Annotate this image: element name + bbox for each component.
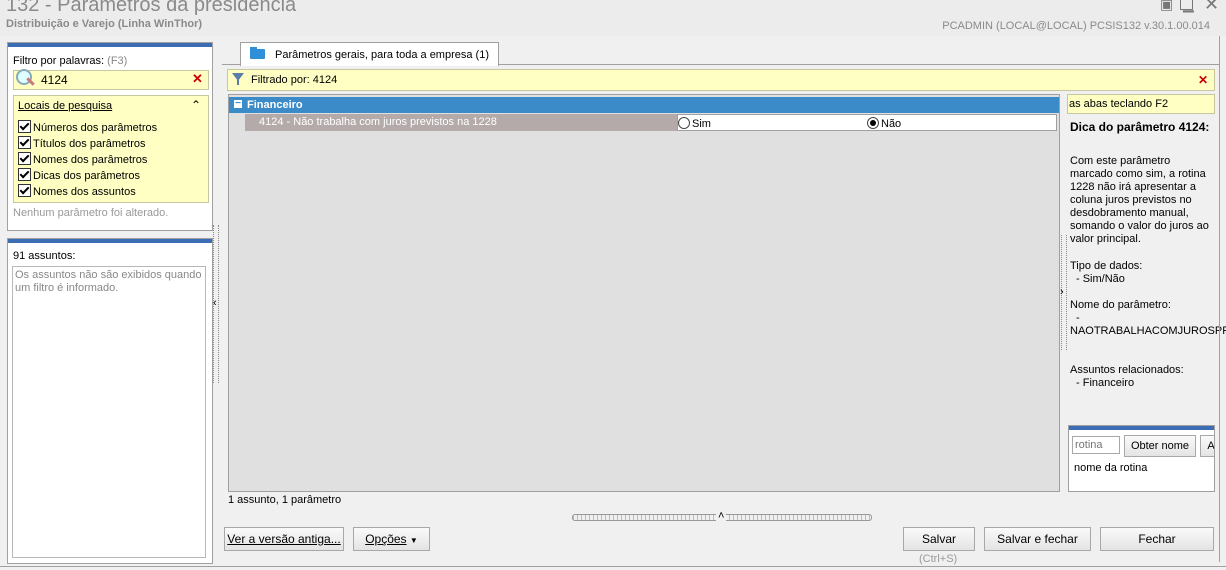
parameters-grid: − Financeiro 4124 - Não trabalha com jur… xyxy=(228,94,1060,492)
location-label: Números dos parâmetros xyxy=(33,122,158,134)
tip-related-label: Assuntos relacionados: xyxy=(1070,364,1184,376)
parameter-label: 4124 - Não trabalha com juros previstos … xyxy=(259,116,497,128)
folder-icon xyxy=(250,49,265,59)
save-close-button[interactable]: Salvar e fechar xyxy=(984,527,1091,551)
search-icon-handle xyxy=(26,77,35,86)
filter-input-box[interactable]: 4124 ✕ xyxy=(13,69,209,90)
save-shortcut: (Ctrl+S) xyxy=(919,553,958,565)
subjects-panel-header xyxy=(8,239,212,243)
tip-title: Dica do parâmetro 4124: xyxy=(1070,120,1210,134)
filter-input[interactable]: 4124 xyxy=(41,73,68,87)
checkbox-icon[interactable] xyxy=(18,168,31,181)
clear-filter-bar-icon[interactable]: ✕ xyxy=(1198,73,1208,87)
search-locations: Locais de pesquisa ⌃ Números dos parâmet… xyxy=(13,95,209,203)
location-item-numbers[interactable]: Números dos parâmetros xyxy=(18,120,157,136)
title-bar: 132 - Parâmetros da presidência Distribu… xyxy=(0,0,1226,36)
clear-filter-icon[interactable]: ✕ xyxy=(192,71,203,87)
tip-banner: as abas teclando F2 xyxy=(1067,94,1215,114)
option-yes[interactable]: Sim xyxy=(678,117,711,130)
maximize-icon[interactable] xyxy=(1180,0,1193,10)
filter-bar-text: Filtrado por: 4124 xyxy=(251,74,338,86)
save-button[interactable]: Salvar xyxy=(903,527,975,551)
checkbox-icon[interactable] xyxy=(18,120,31,133)
expand-bottom-icon[interactable]: ˄ xyxy=(716,510,727,522)
window-subtitle: Distribuição e Varejo (Linha WinThor) xyxy=(6,18,203,30)
filter-panel: Filtro por palavras: (F3) 4124 ✕ Locais … xyxy=(7,42,213,231)
options-label: Opções xyxy=(365,532,407,546)
tab-general[interactable]: Parâmetros gerais, para toda a empresa (… xyxy=(240,42,499,66)
bottom-frame-border xyxy=(0,566,1226,567)
routine-panel: Obter nome A nome da rotina xyxy=(1068,425,1215,492)
location-label: Dicas dos parâmetros xyxy=(33,170,140,182)
option-no-label: Não xyxy=(881,118,902,130)
location-label: Nomes dos assuntos xyxy=(33,186,136,198)
tip-related-value: - Financeiro xyxy=(1076,377,1135,389)
tab-label: Parâmetros gerais, para toda a empresa (… xyxy=(275,49,489,61)
location-item-tips[interactable]: Dicas dos parâmetros xyxy=(18,168,157,184)
tip-name-label: Nome do parâmetro: xyxy=(1070,299,1171,311)
tip-banner-text: as abas teclando F2 xyxy=(1069,98,1169,110)
location-item-titles[interactable]: Títulos dos parâmetros xyxy=(18,136,157,152)
filter-panel-header xyxy=(8,43,212,47)
dropdown-arrow-icon: ▼ xyxy=(409,536,418,545)
tip-body: Com este parâmetro marcado como sim, a r… xyxy=(1070,155,1209,245)
window-title: 132 - Parâmetros da presidência xyxy=(6,0,297,16)
tip-name-value: NAOTRABALHACOMJUROSPR xyxy=(1070,325,1226,337)
group-row[interactable]: − Financeiro xyxy=(229,97,1059,113)
folder-icon-tab xyxy=(250,47,257,50)
radio-selected-icon[interactable] xyxy=(867,117,879,129)
old-version-label: Ver a versão antiga... xyxy=(227,532,341,546)
routine-input[interactable] xyxy=(1072,436,1120,454)
filter-bar: Filtrado por: 4124 ✕ xyxy=(227,69,1215,91)
location-item-subjects[interactable]: Nomes dos assuntos xyxy=(18,184,157,200)
location-label: Nomes dos parâmetros xyxy=(33,154,148,166)
close-button[interactable]: Fechar xyxy=(1100,527,1214,551)
collapse-group-icon[interactable]: − xyxy=(234,99,242,109)
option-yes-label: Sim xyxy=(692,118,711,130)
checkbox-icon[interactable] xyxy=(18,184,31,197)
checkbox-icon[interactable] xyxy=(18,152,31,165)
old-version-button[interactable]: Ver a versão antiga... xyxy=(224,527,344,551)
funnel-icon-stem xyxy=(237,80,239,85)
locations-list: Números dos parâmetros Títulos dos parâm… xyxy=(18,120,157,200)
routine-panel-header xyxy=(1069,426,1214,430)
subjects-panel: 91 assuntos: Os assuntos não são exibido… xyxy=(7,238,213,564)
change-status: Nenhum parâmetro foi alterado. xyxy=(13,207,169,219)
parameter-row[interactable]: 4124 - Não trabalha com juros previstos … xyxy=(245,114,1057,131)
tip-name-dash: - xyxy=(1076,312,1080,324)
location-item-names[interactable]: Nomes dos parâmetros xyxy=(18,152,157,168)
close-icon[interactable]: ✕ xyxy=(1204,0,1219,15)
grid-footer: 1 assunto, 1 parâmetro xyxy=(228,494,342,506)
tip-type-label: Tipo de dados: xyxy=(1070,260,1143,272)
group-label: Financeiro xyxy=(247,99,303,111)
subjects-message: Os assuntos não são exibidos quando um f… xyxy=(15,269,202,294)
routine-name-label: nome da rotina xyxy=(1074,462,1148,474)
search-locations-header[interactable]: Locais de pesquisa xyxy=(18,100,112,112)
radio-icon[interactable] xyxy=(678,117,690,129)
restore-icon[interactable]: ▣ xyxy=(1160,0,1173,13)
subjects-list: Os assuntos não são exibidos quando um f… xyxy=(12,266,206,558)
get-name-button[interactable]: Obter nome xyxy=(1124,435,1196,457)
location-label: Títulos dos parâmetros xyxy=(33,138,146,150)
tip-type-value: - Sim/Não xyxy=(1076,273,1125,285)
collapse-icon[interactable]: ⌃ xyxy=(191,98,201,112)
right-frame-border xyxy=(1219,36,1220,562)
parameter-value-cell: Sim Não xyxy=(677,114,1057,131)
filter-label: Filtro por palavras: (F3) xyxy=(13,55,127,67)
collapse-left-icon[interactable]: ‹ xyxy=(213,297,217,309)
checkbox-icon[interactable] xyxy=(18,136,31,149)
filter-shortcut: (F3) xyxy=(107,55,128,67)
filter-label-text: Filtro por palavras: xyxy=(13,55,105,67)
user-info: PCADMIN (LOCAL@LOCAL) PCSIS132 v.30.1.00… xyxy=(942,20,1210,32)
option-no[interactable]: Não xyxy=(867,117,901,130)
subjects-title: 91 assuntos: xyxy=(13,250,76,262)
collapse-right-icon[interactable]: › xyxy=(1060,286,1064,298)
options-button[interactable]: Opções ▼ xyxy=(353,527,430,551)
extra-button[interactable]: A xyxy=(1200,435,1214,457)
